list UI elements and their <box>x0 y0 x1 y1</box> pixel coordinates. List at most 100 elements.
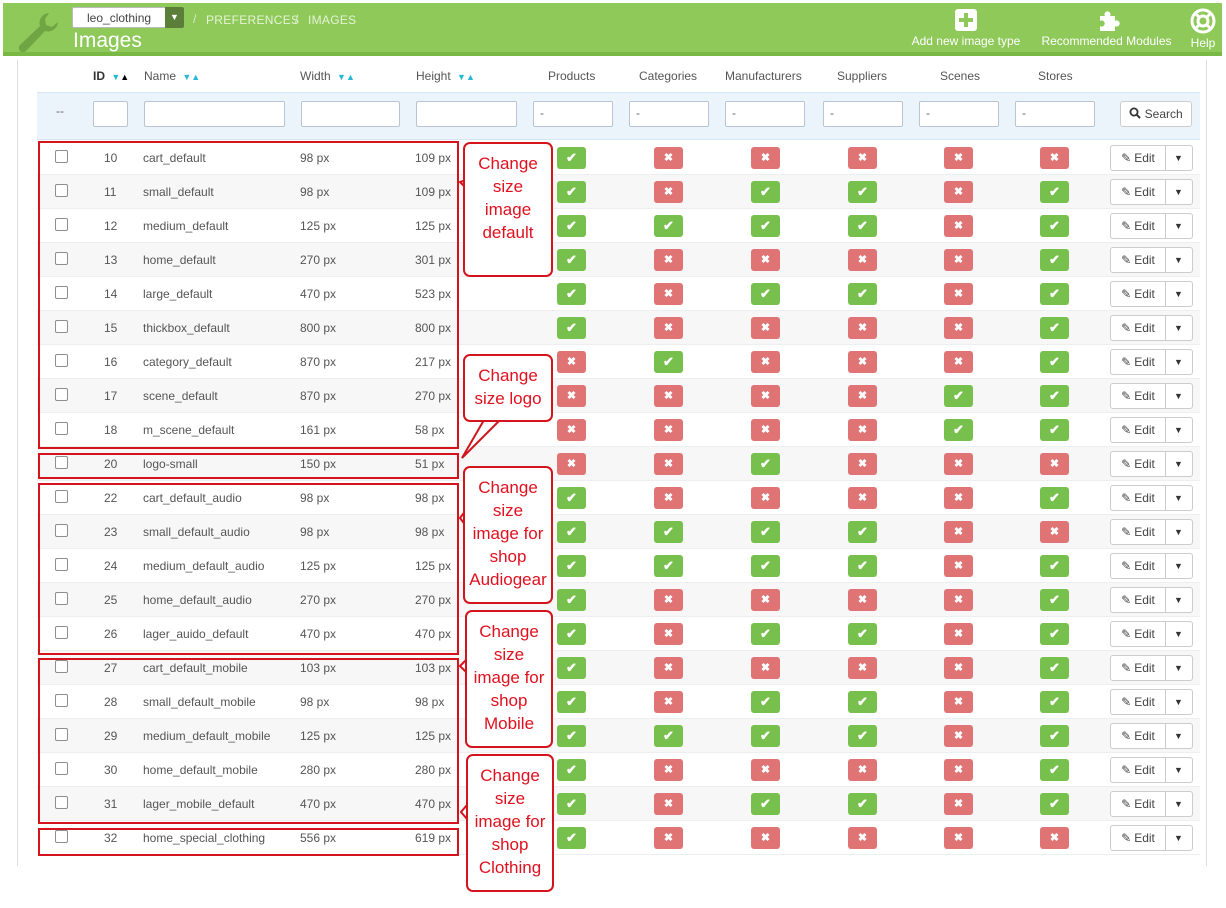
check-icon[interactable]: ✔ <box>751 453 780 475</box>
check-icon[interactable]: ✔ <box>1040 385 1069 407</box>
search-button[interactable]: Search <box>1120 101 1192 127</box>
caret-down-icon[interactable]: ▼ <box>1165 146 1192 170</box>
cross-icon[interactable]: ✖ <box>557 453 586 475</box>
cross-icon[interactable]: ✖ <box>848 147 877 169</box>
cross-icon[interactable]: ✖ <box>1040 521 1069 543</box>
cross-icon[interactable]: ✖ <box>751 385 780 407</box>
sort-arrows-icon[interactable]: ▼▲ <box>457 72 475 82</box>
caret-down-icon[interactable]: ▼ <box>1165 316 1192 340</box>
check-icon[interactable]: ✔ <box>1040 181 1069 203</box>
cross-icon[interactable]: ✖ <box>848 385 877 407</box>
cross-icon[interactable]: ✖ <box>654 827 683 849</box>
edit-button[interactable]: ✎ Edit <box>1111 282 1166 306</box>
caret-down-icon[interactable]: ▼ <box>1165 826 1192 850</box>
caret-down-icon[interactable]: ▼ <box>1165 214 1192 238</box>
cross-icon[interactable]: ✖ <box>848 827 877 849</box>
check-icon[interactable]: ✔ <box>848 691 877 713</box>
cross-icon[interactable]: ✖ <box>654 317 683 339</box>
cross-icon[interactable]: ✖ <box>654 181 683 203</box>
check-icon[interactable]: ✔ <box>848 215 877 237</box>
check-icon[interactable]: ✔ <box>557 317 586 339</box>
check-icon[interactable]: ✔ <box>557 215 586 237</box>
check-icon[interactable]: ✔ <box>848 521 877 543</box>
filter-stores-select[interactable]: - <box>1015 101 1095 127</box>
check-icon[interactable]: ✔ <box>654 555 683 577</box>
check-icon[interactable]: ✔ <box>848 555 877 577</box>
cross-icon[interactable]: ✖ <box>1040 147 1069 169</box>
cross-icon[interactable]: ✖ <box>654 759 683 781</box>
caret-down-icon[interactable]: ▼ <box>1165 282 1192 306</box>
breadcrumb-preferences[interactable]: PREFERENCES <box>206 13 299 27</box>
filter-products-select[interactable]: - <box>533 101 613 127</box>
check-icon[interactable]: ✔ <box>654 351 683 373</box>
cross-icon[interactable]: ✖ <box>848 589 877 611</box>
sort-arrows-icon[interactable]: ▼▲ <box>337 72 355 82</box>
edit-button[interactable]: ✎ Edit <box>1111 384 1166 408</box>
cross-icon[interactable]: ✖ <box>654 249 683 271</box>
caret-down-icon[interactable]: ▼ <box>1165 588 1192 612</box>
caret-down-icon[interactable]: ▼ <box>1165 486 1192 510</box>
breadcrumb-images[interactable]: IMAGES <box>308 13 356 27</box>
check-icon[interactable]: ✔ <box>751 623 780 645</box>
filter-scenes-select[interactable]: - <box>919 101 999 127</box>
cross-icon[interactable]: ✖ <box>944 317 973 339</box>
cross-icon[interactable]: ✖ <box>944 215 973 237</box>
check-icon[interactable]: ✔ <box>557 759 586 781</box>
add-new-image-type-button[interactable]: Add new image type <box>906 8 1026 54</box>
edit-button[interactable]: ✎ Edit <box>1111 724 1166 748</box>
column-header-height[interactable]: Height ▼▲ <box>416 69 475 83</box>
cross-icon[interactable]: ✖ <box>751 249 780 271</box>
check-icon[interactable]: ✔ <box>1040 589 1069 611</box>
cross-icon[interactable]: ✖ <box>944 453 973 475</box>
cross-icon[interactable]: ✖ <box>751 487 780 509</box>
cross-icon[interactable]: ✖ <box>944 623 973 645</box>
check-icon[interactable]: ✔ <box>751 555 780 577</box>
recommended-modules-button[interactable]: Recommended Modules <box>1034 8 1179 54</box>
cross-icon[interactable]: ✖ <box>944 487 973 509</box>
edit-button[interactable]: ✎ Edit <box>1111 554 1166 578</box>
check-icon[interactable]: ✔ <box>1040 555 1069 577</box>
cross-icon[interactable]: ✖ <box>848 317 877 339</box>
check-icon[interactable]: ✔ <box>944 419 973 441</box>
cross-icon[interactable]: ✖ <box>944 657 973 679</box>
edit-button[interactable]: ✎ Edit <box>1111 588 1166 612</box>
cross-icon[interactable]: ✖ <box>848 453 877 475</box>
filter-suppliers-select[interactable]: - <box>823 101 903 127</box>
caret-down-icon[interactable]: ▼ <box>1165 554 1192 578</box>
check-icon[interactable]: ✔ <box>1040 351 1069 373</box>
filter-height-input[interactable] <box>416 101 517 127</box>
check-icon[interactable]: ✔ <box>1040 793 1069 815</box>
caret-down-icon[interactable]: ▼ <box>1165 520 1192 544</box>
edit-button[interactable]: ✎ Edit <box>1111 180 1166 204</box>
filter-name-input[interactable] <box>144 101 285 127</box>
check-icon[interactable]: ✔ <box>654 725 683 747</box>
cross-icon[interactable]: ✖ <box>751 419 780 441</box>
caret-down-icon[interactable]: ▼ <box>1165 656 1192 680</box>
caret-down-icon[interactable]: ▼ <box>1165 690 1192 714</box>
check-icon[interactable]: ✔ <box>1040 419 1069 441</box>
sort-arrows-icon[interactable]: ▼▲ <box>182 72 200 82</box>
shop-select[interactable]: leo_clothing ▼ <box>72 7 184 28</box>
check-icon[interactable]: ✔ <box>557 657 586 679</box>
check-icon[interactable]: ✔ <box>751 691 780 713</box>
column-header-name[interactable]: Name ▼▲ <box>144 69 200 83</box>
cross-icon[interactable]: ✖ <box>557 419 586 441</box>
check-icon[interactable]: ✔ <box>1040 725 1069 747</box>
caret-down-icon[interactable]: ▼ <box>1165 180 1192 204</box>
cross-icon[interactable]: ✖ <box>654 453 683 475</box>
cross-icon[interactable]: ✖ <box>654 793 683 815</box>
check-icon[interactable]: ✔ <box>848 725 877 747</box>
check-icon[interactable]: ✔ <box>1040 249 1069 271</box>
check-icon[interactable]: ✔ <box>848 793 877 815</box>
cross-icon[interactable]: ✖ <box>944 147 973 169</box>
cross-icon[interactable]: ✖ <box>848 657 877 679</box>
edit-button[interactable]: ✎ Edit <box>1111 758 1166 782</box>
cross-icon[interactable]: ✖ <box>751 657 780 679</box>
check-icon[interactable]: ✔ <box>1040 487 1069 509</box>
filter-width-input[interactable] <box>301 101 400 127</box>
cross-icon[interactable]: ✖ <box>1040 453 1069 475</box>
cross-icon[interactable]: ✖ <box>944 521 973 543</box>
cross-icon[interactable]: ✖ <box>654 385 683 407</box>
cross-icon[interactable]: ✖ <box>944 555 973 577</box>
cross-icon[interactable]: ✖ <box>848 419 877 441</box>
